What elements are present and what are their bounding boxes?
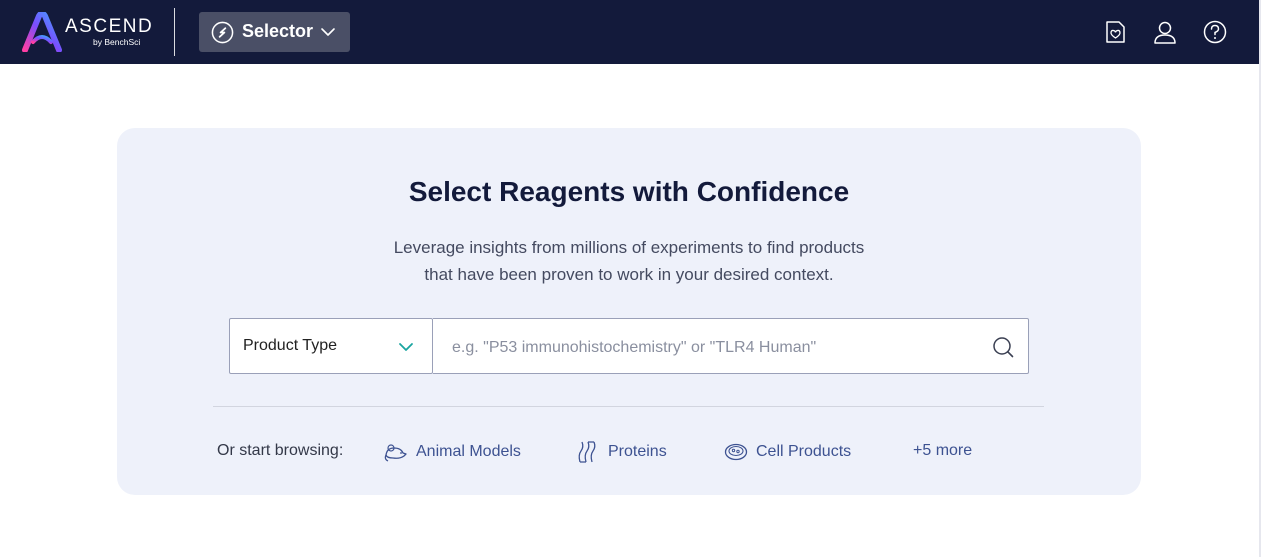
- browse-link-proteins[interactable]: Proteins: [576, 440, 667, 464]
- page-subtitle: Leverage insights from millions of exper…: [117, 234, 1141, 288]
- search-hero-card: Select Reagents with Confidence Leverage…: [117, 128, 1141, 495]
- page-title: Select Reagents with Confidence: [408, 176, 850, 207]
- mouse-icon: [384, 444, 407, 462]
- search-input[interactable]: [452, 337, 972, 359]
- search-box: [433, 318, 1029, 374]
- help-icon[interactable]: [1202, 19, 1228, 45]
- browse-link-cell-products[interactable]: Cell Products: [724, 440, 851, 464]
- petri-dish-icon: [724, 443, 748, 461]
- top-bar: ASCEND by BenchSci Selector: [0, 0, 1259, 64]
- logo-tagline: by BenchSci: [93, 37, 141, 47]
- product-type-label: Product Type: [243, 337, 337, 354]
- browse-link-animal-models[interactable]: Animal Models: [384, 440, 521, 464]
- subtitle-line-1: Leverage insights from millions of exper…: [393, 238, 865, 257]
- chevron-down-icon: [399, 343, 413, 351]
- module-switcher-button[interactable]: Selector: [199, 12, 350, 52]
- saved-list-icon[interactable]: [1102, 19, 1128, 45]
- header-divider: [174, 8, 175, 56]
- user-icon[interactable]: [1152, 19, 1178, 45]
- ascend-logo[interactable]: ASCEND by BenchSci: [21, 12, 156, 52]
- ascend-logo-mark: [22, 12, 62, 52]
- browse-link-label: Animal Models: [416, 443, 521, 460]
- product-type-dropdown[interactable]: Product Type: [229, 318, 433, 374]
- browse-link-label: Cell Products: [756, 443, 852, 460]
- browse-more-link[interactable]: +5 more: [913, 442, 972, 460]
- logo-wordmark: ASCEND: [65, 16, 154, 37]
- selector-module-icon: [211, 21, 234, 44]
- protein-icon: [578, 441, 596, 463]
- browse-link-label: Proteins: [608, 443, 667, 460]
- module-switcher-label: Selector: [242, 21, 314, 41]
- section-divider: [213, 406, 1044, 407]
- browse-label: Or start browsing:: [217, 442, 344, 459]
- search-icon[interactable]: [992, 336, 1014, 358]
- subtitle-line-2: that have been proven to work in your de…: [424, 265, 834, 284]
- chevron-down-icon: [321, 28, 335, 36]
